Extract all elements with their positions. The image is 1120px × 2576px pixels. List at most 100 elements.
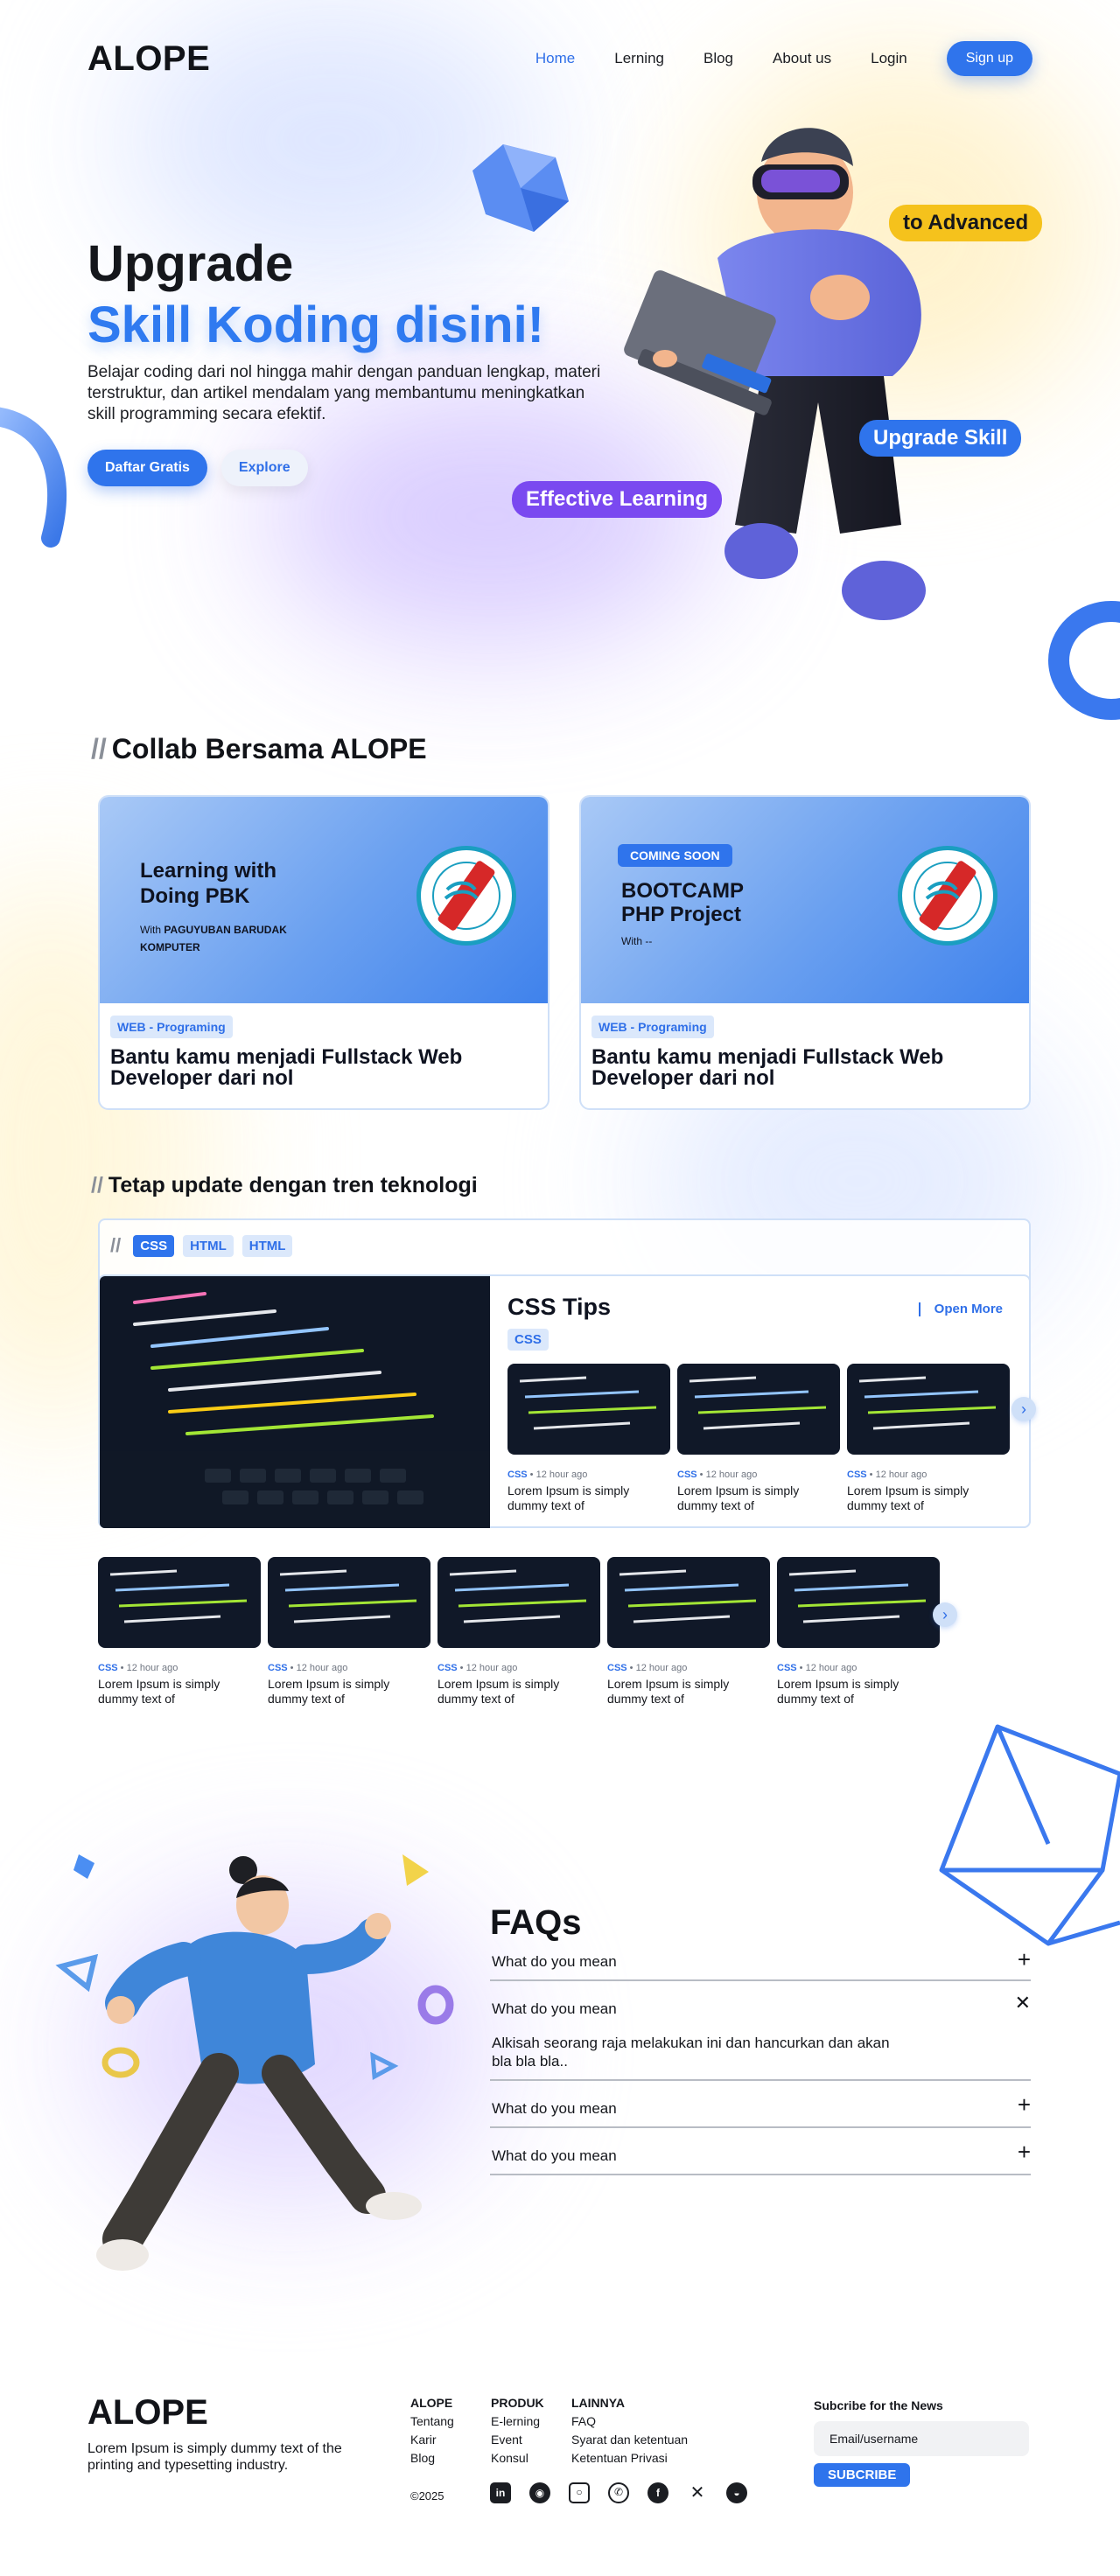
- instagram-icon[interactable]: ○: [569, 2482, 590, 2503]
- article-strip: CSS • 12 hour ago Lorem Ipsum is simply …: [98, 1557, 940, 1707]
- hero-title-line2: Skill Koding disini!: [88, 297, 544, 353]
- newsletter-email-field[interactable]: Email/username: [814, 2421, 1029, 2456]
- list-item[interactable]: CSS • 12 hour ago Lorem Ipsum is simply …: [268, 1557, 430, 1707]
- card-title: Bantu kamu menjadi Fullstack Web Develop…: [110, 1045, 463, 1090]
- chip-html-2[interactable]: HTML: [242, 1234, 293, 1257]
- with-prefix: With: [140, 924, 161, 936]
- chips-slashes: //: [110, 1234, 122, 1256]
- plus-icon[interactable]: +: [1018, 1946, 1031, 1973]
- list-item[interactable]: CSS • 12 hour ago Lorem Ipsum is simply …: [607, 1557, 770, 1707]
- item-tag: CSS: [677, 1470, 697, 1480]
- footer-link-blog[interactable]: Blog: [410, 2449, 454, 2468]
- faq-item[interactable]: What do you mean +: [490, 1943, 1031, 1981]
- tips-title: CSS Tips: [508, 1294, 612, 1320]
- item-caption: Lorem Ipsum is simply dummy text of: [777, 1677, 900, 1706]
- next-arrow-icon[interactable]: ›: [1012, 1397, 1036, 1421]
- footer-link-privacy[interactable]: Ketentuan Privasi: [571, 2449, 688, 2468]
- collab-card-pbk[interactable]: Learning with Doing PBK With PAGUYUBAN B…: [98, 795, 550, 1110]
- faq-question: What do you mean: [492, 2000, 617, 2017]
- list-item[interactable]: CSS • 12 hour ago Lorem Ipsum is simply …: [677, 1364, 840, 1513]
- partner-seal-logo: [416, 846, 516, 946]
- faq-title: FAQs: [490, 1903, 582, 1942]
- chip-html[interactable]: HTML: [183, 1234, 234, 1257]
- code-screen-image[interactable]: [100, 1276, 490, 1528]
- footer-col-title: LAINNYA: [571, 2396, 625, 2410]
- item-time: 12 hour ago: [296, 1663, 348, 1673]
- footer-link-event[interactable]: Event: [491, 2431, 544, 2449]
- footer-link-terms[interactable]: Syarat dan ketentuan: [571, 2431, 688, 2449]
- footer-link-karir[interactable]: Karir: [410, 2431, 454, 2449]
- code-thumbnail: [777, 1557, 940, 1648]
- footer-link-tentang[interactable]: Tentang: [410, 2412, 454, 2431]
- trend-panel: // CSS HTML HTML CSS Tips Open More CSS …: [98, 1218, 1036, 1528]
- faq-section: FAQs What do you mean + What do you mean…: [490, 1903, 1031, 2175]
- footer-link-faq[interactable]: FAQ: [571, 2412, 688, 2431]
- list-item[interactable]: CSS • 12 hour ago Lorem Ipsum is simply …: [438, 1557, 600, 1707]
- card-title: Bantu kamu menjadi Fullstack Web Develop…: [592, 1045, 944, 1090]
- footer-logo[interactable]: ALOPE: [88, 2393, 208, 2433]
- nav-link-about[interactable]: About us: [773, 50, 831, 67]
- item-tag: CSS: [508, 1470, 528, 1480]
- nav-link-home[interactable]: Home: [536, 50, 575, 67]
- tag-to-advanced: to Advanced: [889, 205, 1043, 241]
- tips-list: CSS • 12 hour ago Lorem Ipsum is simply …: [508, 1364, 1010, 1513]
- item-meta: CSS • 12 hour ago: [677, 1470, 758, 1480]
- tag-upgrade-skill: Upgrade Skill: [859, 420, 1022, 457]
- facebook-icon[interactable]: f: [648, 2482, 668, 2503]
- footer-link-konsul[interactable]: Konsul: [491, 2449, 544, 2468]
- item-caption: Lorem Ipsum is simply dummy text of: [677, 1483, 800, 1512]
- linkedin-icon[interactable]: in: [490, 2482, 511, 2503]
- tips-chip[interactable]: CSS: [508, 1329, 549, 1351]
- footer-col-alope: ALOPE Tentang Karir Blog: [410, 2394, 454, 2468]
- collab-title-text: Collab Bersama ALOPE: [111, 733, 427, 764]
- footer-description: Lorem Ipsum is simply dummy text of the …: [88, 2441, 342, 2473]
- item-tag: CSS: [98, 1663, 118, 1673]
- item-caption: Lorem Ipsum is simply dummy text of: [508, 1483, 630, 1512]
- plus-icon[interactable]: +: [1018, 2091, 1031, 2119]
- footer-col-title: PRODUK: [491, 2396, 544, 2410]
- faq-item[interactable]: What do you mean +: [490, 2128, 1031, 2175]
- item-caption: Lorem Ipsum is simply dummy text of: [607, 1677, 730, 1706]
- list-item[interactable]: CSS • 12 hour ago Lorem Ipsum is simply …: [777, 1557, 940, 1707]
- x-icon[interactable]: ✕: [687, 2482, 708, 2503]
- partner-seal-logo: [898, 846, 998, 946]
- signup-button[interactable]: Sign up: [946, 41, 1032, 76]
- plus-icon[interactable]: +: [1018, 2139, 1031, 2166]
- whatsapp-icon[interactable]: ✆: [608, 2482, 629, 2503]
- code-thumbnail: [607, 1557, 770, 1648]
- site-logo[interactable]: ALOPE: [88, 39, 210, 79]
- explore-button[interactable]: Explore: [220, 450, 308, 486]
- list-item[interactable]: CSS • 12 hour ago Lorem Ipsum is simply …: [508, 1364, 670, 1513]
- card-banner: COMING SOON BOOTCAMP PHP Project With --: [581, 797, 1029, 1003]
- github-icon[interactable]: ◒: [726, 2482, 747, 2503]
- item-meta: CSS • 12 hour ago: [268, 1663, 348, 1673]
- item-meta: CSS • 12 hour ago: [438, 1663, 518, 1673]
- subscribe-button[interactable]: SUBCRIBE: [814, 2463, 911, 2487]
- item-caption: Lorem Ipsum is simply dummy text of: [438, 1677, 560, 1706]
- footer-link-elerning[interactable]: E-lerning: [491, 2412, 544, 2431]
- item-tag: CSS: [438, 1663, 458, 1673]
- register-free-button[interactable]: Daftar Gratis: [88, 450, 207, 486]
- nav-link-blog[interactable]: Blog: [704, 50, 733, 67]
- faq-answer: Alkisah seorang raja melakukan ini dan h…: [492, 2035, 890, 2070]
- item-caption: Lorem Ipsum is simply dummy text of: [268, 1677, 390, 1706]
- close-icon[interactable]: ✕: [1015, 1992, 1031, 2014]
- discord-icon[interactable]: ◉: [529, 2482, 550, 2503]
- list-item[interactable]: CSS • 12 hour ago Lorem Ipsum is simply …: [98, 1557, 261, 1707]
- with-name: PAGUYUBAN BARUDAK KOMPUTER: [140, 924, 287, 953]
- item-time: 12 hour ago: [875, 1470, 928, 1480]
- faq-item-open[interactable]: What do you mean ✕ Alkisah seorang raja …: [490, 1981, 1031, 2081]
- open-more-link[interactable]: Open More: [918, 1302, 1003, 1316]
- list-item[interactable]: CSS • 12 hour ago Lorem Ipsum is simply …: [847, 1364, 1010, 1513]
- faq-item[interactable]: What do you mean +: [490, 2081, 1031, 2128]
- collab-card-bootcamp[interactable]: COMING SOON BOOTCAMP PHP Project With --…: [579, 795, 1031, 1110]
- item-meta: CSS • 12 hour ago: [777, 1663, 858, 1673]
- hero-description: Belajar coding dari nol hingga mahir den…: [88, 363, 601, 423]
- footer-col-title: ALOPE: [410, 2396, 453, 2410]
- nav-link-lerning[interactable]: Lerning: [614, 50, 664, 67]
- nav-link-login[interactable]: Login: [871, 50, 907, 67]
- card-category: WEB - Programing: [110, 1016, 233, 1038]
- chip-css[interactable]: CSS: [133, 1234, 175, 1257]
- item-meta: CSS • 12 hour ago: [607, 1663, 688, 1673]
- strip-next-arrow-icon[interactable]: ›: [933, 1602, 957, 1627]
